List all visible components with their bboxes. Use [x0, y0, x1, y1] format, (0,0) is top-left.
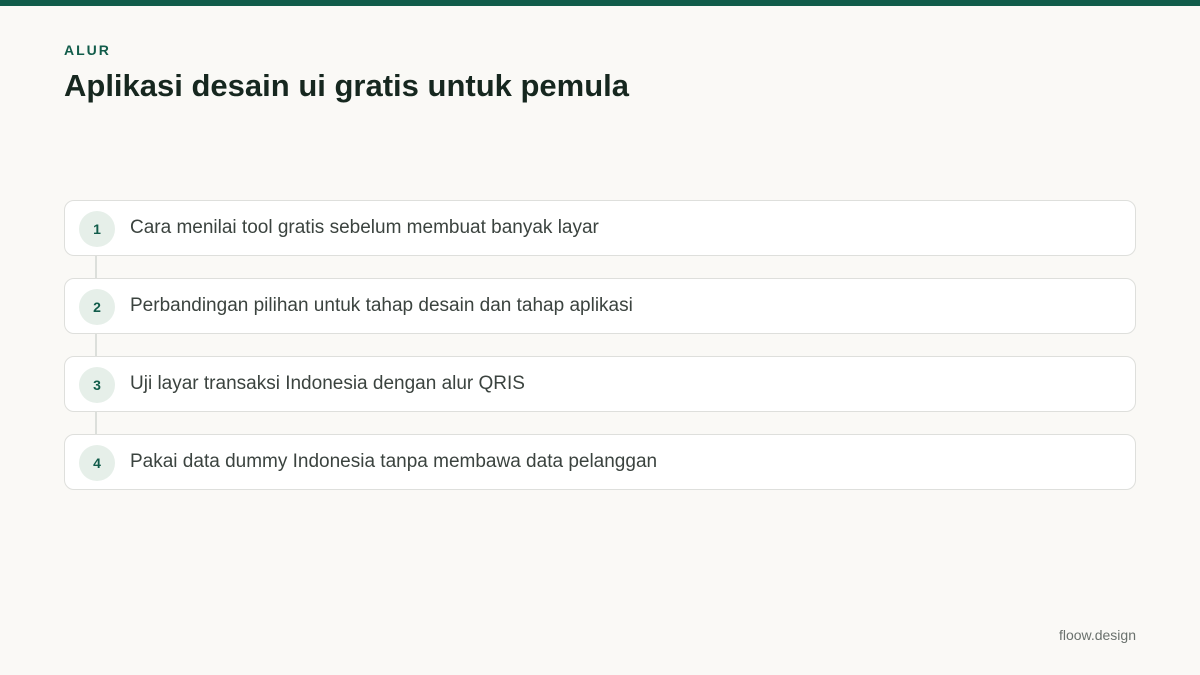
- step-label: Pakai data dummy Indonesia tanpa membawa…: [130, 450, 658, 472]
- step-item-4: 4 Pakai data dummy Indonesia tanpa memba…: [64, 434, 1136, 490]
- page-title: Aplikasi desain ui gratis untuk pemula: [64, 68, 630, 103]
- step-connector: [95, 334, 97, 356]
- step-label: Cara menilai tool gratis sebelum membuat…: [130, 216, 599, 238]
- top-accent-bar: [0, 0, 1200, 6]
- step-item-1: 1 Cara menilai tool gratis sebelum membu…: [64, 200, 1136, 256]
- step-connector: [95, 412, 97, 434]
- step-number-badge: 2: [79, 289, 115, 325]
- step-number-badge: 4: [79, 445, 115, 481]
- section-eyebrow: ALUR: [64, 42, 111, 58]
- step-label: Uji layar transaksi Indonesia dengan alu…: [130, 372, 525, 394]
- step-label: Perbandingan pilihan untuk tahap desain …: [130, 294, 633, 316]
- step-number-badge: 3: [79, 367, 115, 403]
- footer-brand: floow.design: [1058, 627, 1136, 643]
- step-number-badge: 1: [79, 211, 115, 247]
- step-connector: [95, 256, 97, 278]
- step-item-3: 3 Uji layar transaksi Indonesia dengan a…: [64, 356, 1136, 412]
- step-item-2: 2 Perbandingan pilihan untuk tahap desai…: [64, 278, 1136, 334]
